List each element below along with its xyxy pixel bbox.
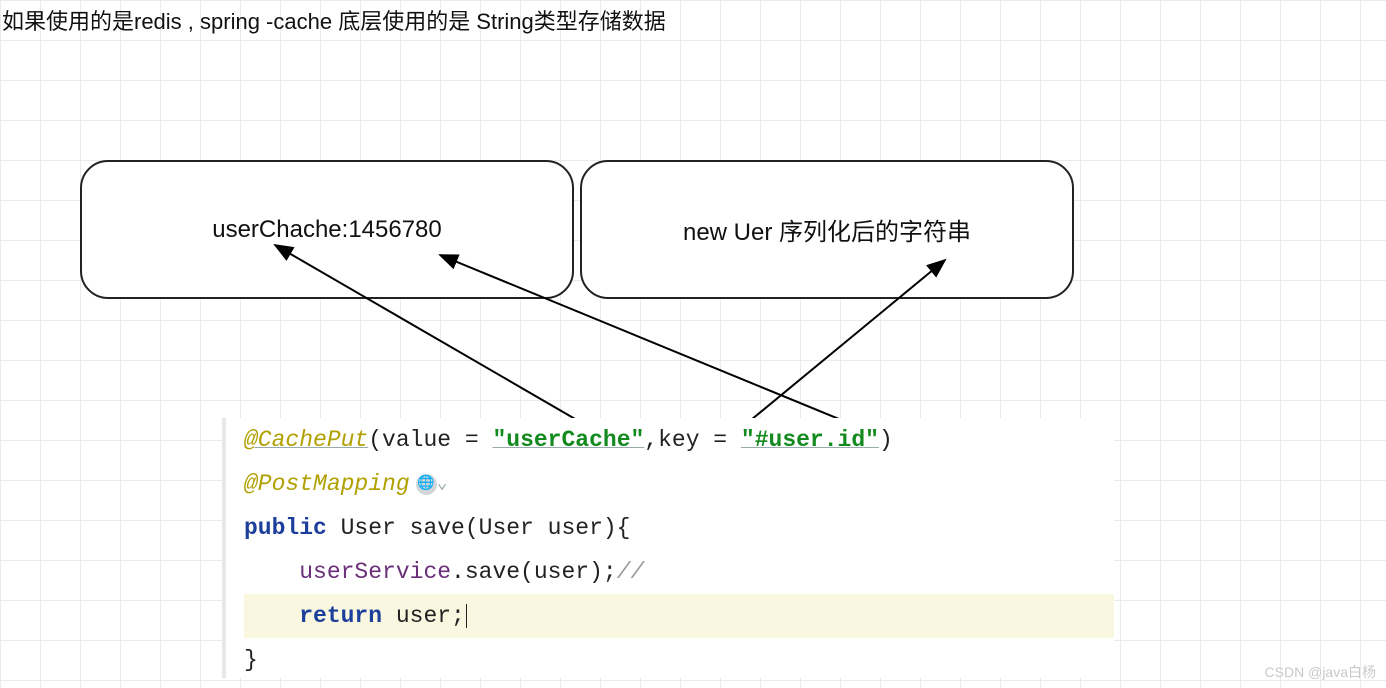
cache-key-box: userChache:1456780 xyxy=(80,160,574,299)
chevron-down-icon: ⌄ xyxy=(437,462,448,506)
code-line-postmapping: @PostMapping🌐⌄ xyxy=(244,462,1114,506)
code-line-signature: public User save(User user){ xyxy=(244,506,1114,550)
watermark: CSDN @java白杨 xyxy=(1265,662,1376,682)
code-line-brace: } xyxy=(244,638,1114,682)
cache-key-text: userChache:1456780 xyxy=(212,216,442,244)
code-line-return: return user; xyxy=(244,594,1114,638)
code-line-cacheput: @CachePut(value = "userCache",key = "#us… xyxy=(244,418,1114,462)
globe-icon: 🌐 xyxy=(416,474,437,495)
code-block: @CachePut(value = "userCache",key = "#us… xyxy=(222,418,1114,678)
cache-value-text: new Uer 序列化后的字符串 xyxy=(683,212,971,247)
cache-value-box: new Uer 序列化后的字符串 xyxy=(580,160,1074,299)
code-line-call: userService.save(user);// xyxy=(244,550,1114,594)
text-cursor xyxy=(466,604,467,628)
diagram-title: 如果使用的是redis , spring -cache 底层使用的是 Strin… xyxy=(2,4,666,36)
